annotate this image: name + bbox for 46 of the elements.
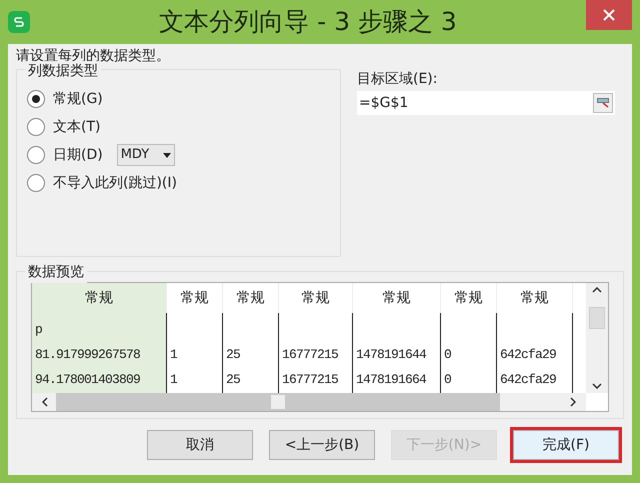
table-cell-text: p (35, 320, 42, 339)
table-cell-text: 16777215 (282, 346, 338, 364)
table-cell-text: 81.917999267578 (35, 346, 140, 364)
radio-button[interactable] (27, 118, 45, 136)
app-logo-icon (8, 11, 30, 33)
destination-label: 目标区域(E): (357, 70, 438, 89)
scroll-thumb[interactable] (589, 307, 605, 329)
dialog-button[interactable]: 完成(F) (513, 430, 619, 460)
table-cell-text: 94.178001403809 (35, 370, 140, 389)
table-cell-text: 642cfa29 (500, 370, 556, 389)
radio-label: 日期(D) (53, 146, 103, 164)
caret-icon (162, 152, 171, 158)
table-cell-text: 1 (170, 346, 178, 364)
close-button[interactable] (586, 0, 632, 30)
radio-label: 文本(T) (53, 118, 100, 136)
table-cell-text: 1478191644 (356, 346, 426, 364)
table-cell-text: 642cfa29 (500, 346, 556, 364)
column-header[interactable]: 常规 (32, 283, 167, 313)
group-legend: 数据预览 (25, 262, 87, 283)
scroll-right-icon[interactable] (570, 397, 576, 407)
instruction-text: 请设置每列的数据类型。 (16, 47, 171, 64)
collapse-range-icon[interactable] (593, 93, 613, 113)
window-title: 文本分列向导 - 3 步骤之 3 (158, 6, 458, 38)
table-cell-text: 16777215 (282, 370, 338, 389)
scroll-left-icon[interactable] (42, 397, 48, 407)
table-cell-text: 1478191664 (356, 370, 426, 389)
table-cell-text: 25 (226, 370, 240, 389)
table-cell-text: 0 (444, 346, 452, 364)
radio-button[interactable] (27, 90, 45, 108)
radio-button[interactable] (27, 174, 45, 192)
destination-field[interactable]: =$G$1 (357, 91, 615, 115)
radio-label: 常规(G) (53, 90, 103, 108)
vertical-scrollbar[interactable] (586, 283, 608, 393)
dialog-button[interactable]: <上一步(B) (269, 430, 375, 460)
dialog-button[interactable]: 取消 (147, 430, 253, 460)
horizontal-scrollbar[interactable] (32, 393, 586, 411)
close-icon (602, 8, 616, 22)
radio-label: 不导入此列(跳过)(I) (53, 174, 177, 192)
scroll-up-icon[interactable] (592, 287, 602, 293)
format-dropdown[interactable]: MDY (116, 144, 175, 166)
scroll-down-icon[interactable] (592, 383, 602, 389)
scroll-thumb[interactable] (271, 395, 285, 409)
table-cell-text: 25 (226, 346, 240, 364)
table-cell-text: 0 (444, 370, 452, 389)
radio-button[interactable] (27, 146, 45, 164)
table-cell-text: 1 (170, 370, 178, 389)
